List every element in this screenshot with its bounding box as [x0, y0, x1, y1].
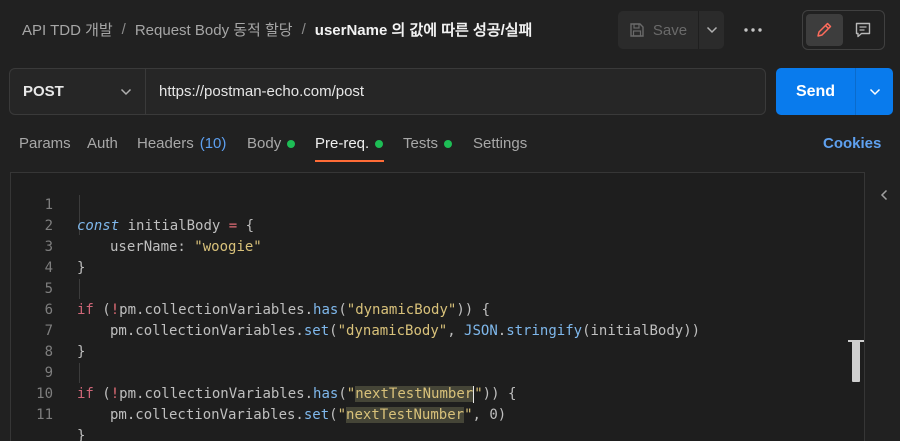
editor-scrollbar-thumb[interactable]: [848, 340, 864, 382]
headers-count: (10): [199, 135, 227, 152]
save-button-group: Save: [618, 11, 724, 49]
status-dot: [375, 140, 384, 148]
status-dot: [287, 140, 296, 148]
send-button-group: Send: [776, 68, 893, 115]
tab-tests[interactable]: Tests: [403, 130, 453, 162]
request-title[interactable]: userName 의 값에 따른 성공/실패: [315, 19, 533, 40]
save-options-button[interactable]: [698, 11, 724, 49]
edit-mode-button[interactable]: [806, 14, 843, 46]
status-dot: [444, 140, 453, 148]
code-line: 6 pm.collectionVariables.set("dynamicBod…: [11, 279, 864, 339]
view-mode-toggle: [802, 10, 885, 50]
code-line: 1 const initialBody = {: [11, 174, 864, 234]
url-bar: POST: [9, 68, 766, 115]
chevron-down-icon: [706, 26, 717, 34]
code-line: 10 pm.collectionVariables.set("nextTestN…: [11, 363, 864, 423]
tab-settings[interactable]: Settings: [473, 130, 527, 162]
code-line: 5 if (!pm.collectionVariables.has("dynam…: [11, 258, 864, 318]
request-header: API TDD 개발 / Request Body 동적 할당 / userNa…: [0, 0, 900, 58]
code-line: 2 userName: "woogie": [11, 195, 864, 255]
more-options-button[interactable]: [737, 19, 769, 41]
tab-label: Tests: [403, 135, 439, 152]
tab-label: Auth: [87, 135, 118, 152]
script-editor[interactable]: 1 const initialBody = { 2 userName: "woo…: [10, 172, 865, 441]
tab-headers[interactable]: Headers (10): [137, 130, 226, 162]
code-line: 3 }: [11, 216, 864, 276]
more-icon: [744, 28, 762, 32]
save-icon: [630, 23, 644, 37]
tab-label: Settings: [473, 135, 528, 152]
tab-params[interactable]: Params: [19, 130, 71, 162]
breadcrumb-separator: /: [301, 21, 306, 38]
method-label: POST: [23, 83, 64, 100]
code-line: 4: [11, 237, 864, 276]
send-button[interactable]: Send: [776, 68, 855, 115]
edit-icon: [817, 22, 832, 37]
tab-pre-request[interactable]: Pre-req.: [315, 130, 384, 162]
code-line: 9 if (!pm.collectionVariables.has("nextT…: [11, 342, 864, 403]
method-select[interactable]: POST: [10, 69, 146, 114]
send-options-button[interactable]: [855, 68, 893, 115]
tab-label: Body: [247, 135, 282, 152]
code-line: 7 }: [11, 300, 864, 360]
tab-label: Pre-req.: [315, 135, 370, 152]
breadcrumb-separator: /: [121, 21, 126, 38]
comment-icon: [855, 22, 870, 38]
code-line: 8: [11, 321, 864, 360]
chevron-left-icon: [880, 189, 888, 201]
tab-label: Headers: [137, 135, 194, 152]
url-input[interactable]: [146, 69, 765, 114]
chevron-down-icon: [869, 88, 880, 95]
request-tabs: Params Auth Headers (10) Body Pre-req. T…: [0, 130, 900, 162]
cookies-link[interactable]: Cookies: [823, 135, 881, 152]
tab-label: Params: [19, 135, 71, 152]
code-line: 11 }: [11, 384, 864, 441]
breadcrumb-folder[interactable]: Request Body 동적 할당: [135, 19, 293, 40]
comments-button[interactable]: [845, 14, 882, 46]
breadcrumb: API TDD 개발 / Request Body 동적 할당 / userNa…: [22, 19, 532, 40]
chevron-down-icon: [120, 88, 132, 95]
line-number: 11: [36, 407, 53, 423]
breadcrumb-collection[interactable]: API TDD 개발: [22, 19, 113, 40]
save-label: Save: [652, 21, 688, 39]
tab-auth[interactable]: Auth: [87, 130, 118, 162]
save-button[interactable]: Save: [618, 11, 698, 49]
sidebar-toggle-button[interactable]: [876, 186, 892, 204]
tab-body[interactable]: Body: [247, 130, 296, 162]
